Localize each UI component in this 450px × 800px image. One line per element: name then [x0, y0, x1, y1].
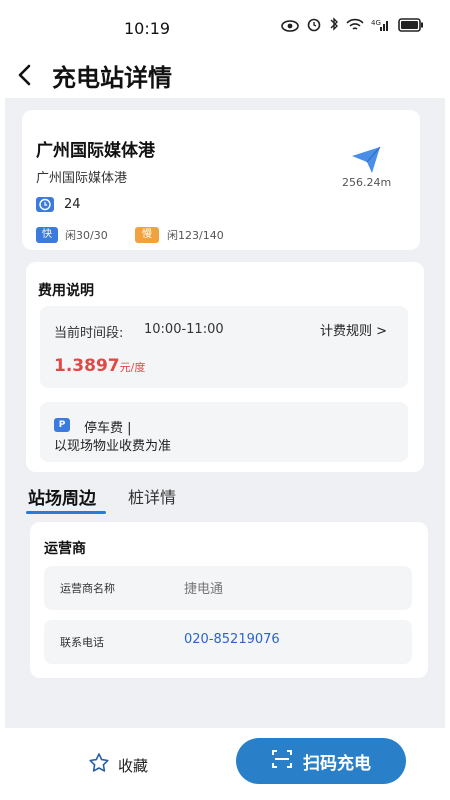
fee-card: 费用说明 当前时间段: 10:00-11:00 计费规则 > 1.3897元/度…	[26, 262, 424, 472]
fast-idle-count: 闲30/30	[65, 229, 108, 242]
operator-name-row: 运营商名称 捷电通	[44, 566, 412, 610]
clock-icon	[36, 197, 54, 212]
station-card: 广州国际媒体港 广州国际媒体港 256.24m 24 快 闲30/30 慢 闲1…	[22, 110, 420, 250]
signal-icon: 4G	[371, 17, 391, 36]
scan-charge-label: 扫码充电	[303, 753, 371, 774]
station-name: 广州国际媒体港	[36, 141, 155, 161]
wifi-icon	[346, 17, 364, 36]
parking-icon: P	[54, 418, 70, 432]
price-unit: 元/度	[119, 361, 146, 374]
billing-rules-link[interactable]: 计费规则 >	[320, 320, 387, 339]
operator-title: 运营商	[44, 541, 86, 557]
tab-active-indicator	[26, 511, 106, 514]
nav-bar: 充电站详情	[0, 52, 450, 98]
price-panel: 当前时间段: 10:00-11:00 计费规则 > 1.3897元/度	[40, 306, 408, 388]
eye-icon	[281, 17, 299, 36]
page-title: 充电站详情	[52, 64, 172, 92]
slow-badge: 慢	[135, 227, 159, 243]
station-address: 广州国际媒体港	[36, 171, 128, 186]
status-icons: 4G	[281, 16, 424, 36]
operator-card: 运营商 运营商名称 捷电通 联系电话 020-85219076	[30, 522, 428, 678]
star-icon	[88, 752, 110, 778]
station-distance: 256.24m	[342, 176, 392, 189]
price-value: 1.3897元/度	[54, 356, 145, 376]
bottom-bar: 收藏 扫码充电	[0, 730, 450, 800]
scan-charge-button[interactable]: 扫码充电	[236, 738, 406, 784]
status-bar: 10:19 4G	[0, 0, 450, 52]
operator-phone-value[interactable]: 020-85219076	[184, 632, 280, 647]
period-label: 当前时间段:	[54, 326, 124, 341]
navigation-icon[interactable]	[350, 144, 384, 174]
bluetooth-icon	[329, 16, 339, 36]
operator-phone-row: 联系电话 020-85219076	[44, 620, 412, 664]
back-arrow-icon[interactable]	[14, 62, 36, 88]
operator-name-label: 运营商名称	[60, 582, 115, 595]
status-time: 10:19	[124, 19, 171, 38]
tab-pile-details[interactable]: 桩详情	[128, 484, 176, 508]
parking-panel: P 停车费 | 以现场物业收费为准	[40, 402, 408, 462]
operator-name-value: 捷电通	[184, 582, 224, 597]
slow-idle-count: 闲123/140	[167, 229, 224, 242]
favorite-label: 收藏	[118, 756, 149, 775]
alarm-icon	[306, 16, 322, 36]
fast-badge: 快	[36, 227, 58, 243]
battery-icon	[398, 17, 424, 36]
period-value: 10:00-11:00	[144, 322, 224, 337]
scan-icon	[271, 749, 293, 773]
parking-title: 停车费 |	[84, 421, 132, 436]
network-label: 4G	[371, 19, 381, 27]
favorite-button[interactable]: 收藏	[88, 752, 148, 778]
operator-phone-label: 联系电话	[60, 636, 104, 649]
tab-station-surroundings[interactable]: 站场周边	[28, 484, 96, 509]
parking-description: 以现场物业收费为准	[54, 439, 172, 454]
station-count: 24	[64, 197, 81, 212]
price-number: 1.3897	[54, 356, 120, 376]
fee-title: 费用说明	[38, 283, 94, 299]
